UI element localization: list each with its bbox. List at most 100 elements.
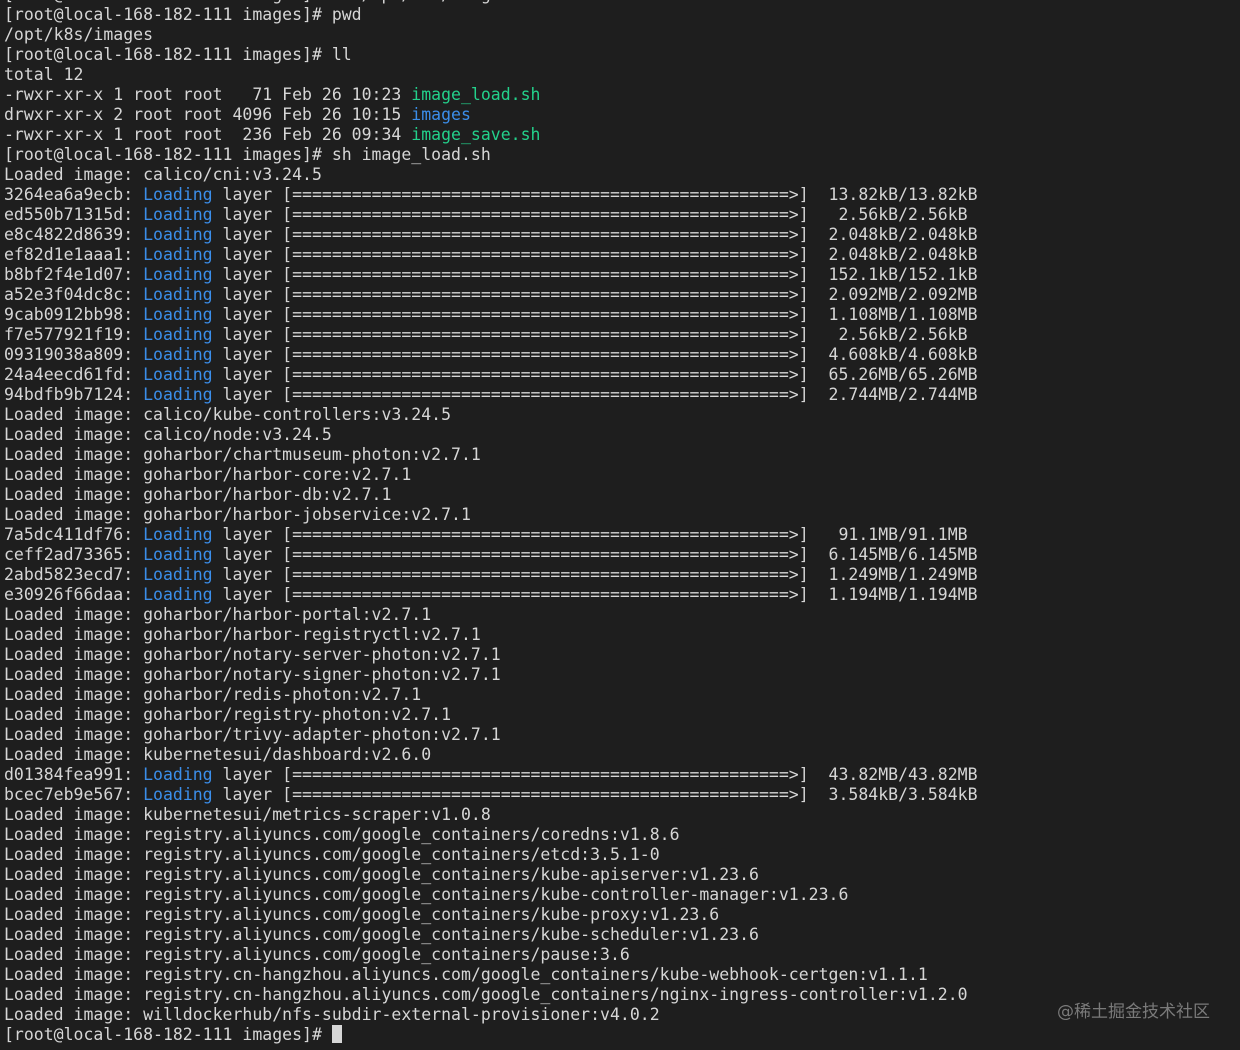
line-text: Loaded image: registry.aliyuncs.com/goog…	[4, 845, 660, 864]
terminal-line: Loaded image: calico/cni:v3.24.5	[4, 165, 1240, 185]
layer-word: layer	[212, 565, 283, 584]
terminal-line: Loaded image: registry.aliyuncs.com/goog…	[4, 885, 1240, 905]
layer-id: e8c4822d8639:	[4, 225, 144, 244]
layer-word: layer	[212, 365, 283, 384]
ls-entry: -rwxr-xr-x 1 root root 236 Feb 26 09:34 …	[4, 125, 1240, 145]
terminal-window[interactable]: [root@local-168-182-111 images]# cd /opt…	[0, 0, 1240, 1050]
terminal-line: Loaded image: goharbor/notary-signer-pho…	[4, 665, 1240, 685]
line-text: Loaded image: registry.aliyuncs.com/goog…	[4, 945, 630, 964]
terminal-line: Loaded image: goharbor/registry-photon:v…	[4, 705, 1240, 725]
layer-size: 2.744MB/2.744MB	[808, 385, 978, 404]
loading-label: Loading	[143, 585, 213, 604]
layer-size: 43.82MB/43.82MB	[808, 765, 978, 784]
line-text: Loaded image: registry.aliyuncs.com/goog…	[4, 885, 849, 904]
layer-size: 152.1kB/152.1kB	[808, 265, 978, 284]
layer-progress-line: b8bf2f4e1d07: Loading layer [===========…	[4, 265, 1240, 285]
terminal-line: Loaded image: goharbor/notary-server-pho…	[4, 645, 1240, 665]
layer-progress-line: ed550b71315d: Loading layer [===========…	[4, 205, 1240, 225]
terminal-line: /opt/k8s/images	[4, 25, 1240, 45]
layer-progress-line: 24a4eecd61fd: Loading layer [===========…	[4, 365, 1240, 385]
line-text: Loaded image: goharbor/notary-server-pho…	[4, 645, 501, 664]
watermark: @稀土掘金技术社区	[1057, 1002, 1210, 1022]
loading-label: Loading	[143, 545, 213, 564]
layer-progress-line: 09319038a809: Loading layer [===========…	[4, 345, 1240, 365]
layer-size: 2.56kB/2.56kB	[808, 205, 968, 224]
terminal-line: Loaded image: goharbor/trivy-adapter-pho…	[4, 725, 1240, 745]
layer-word: layer	[212, 245, 283, 264]
layer-word: layer	[212, 185, 283, 204]
progress-bar: [=======================================…	[282, 385, 809, 404]
layer-progress-line: ceff2ad73365: Loading layer [===========…	[4, 545, 1240, 565]
cursor[interactable]	[331, 1025, 342, 1043]
line-text: Loaded image: kubernetesui/metrics-scrap…	[4, 805, 491, 824]
line-text: Loaded image: kubernetesui/dashboard:v2.…	[4, 745, 432, 764]
layer-size: 2.56kB/2.56kB	[808, 325, 968, 344]
prompt-text: [root@local-168-182-111 images]#	[4, 1025, 332, 1044]
progress-bar: [=======================================…	[282, 305, 809, 324]
file-attributes: -rwxr-xr-x 1 root root 236 Feb 26 09:34	[4, 125, 412, 144]
terminal-line: Loaded image: calico/node:v3.24.5	[4, 425, 1240, 445]
loading-label: Loading	[143, 765, 213, 784]
line-text: [root@local-168-182-111 images]# ll	[4, 45, 352, 64]
layer-id: ceff2ad73365:	[4, 545, 144, 564]
loading-label: Loading	[143, 265, 213, 284]
loading-label: Loading	[143, 185, 213, 204]
layer-word: layer	[212, 525, 283, 544]
line-text: Loaded image: goharbor/harbor-portal:v2.…	[4, 605, 432, 624]
terminal-line: Loaded image: willdockerhub/nfs-subdir-e…	[4, 1005, 1240, 1025]
line-text: Loaded image: goharbor/harbor-jobservice…	[4, 505, 471, 524]
layer-id: e30926f66daa:	[4, 585, 144, 604]
progress-bar: [=======================================…	[282, 225, 809, 244]
line-text: Loaded image: registry.aliyuncs.com/goog…	[4, 925, 759, 944]
line-text: Loaded image: calico/node:v3.24.5	[4, 425, 332, 444]
layer-word: layer	[212, 265, 283, 284]
line-text: /opt/k8s/images	[4, 25, 154, 44]
progress-bar: [=======================================…	[282, 545, 809, 564]
layer-size: 1.108MB/1.108MB	[808, 305, 978, 324]
terminal-line: Loaded image: goharbor/redis-photon:v2.7…	[4, 685, 1240, 705]
layer-word: layer	[212, 285, 283, 304]
progress-bar: [=======================================…	[282, 565, 809, 584]
file-name: image_load.sh	[411, 85, 541, 104]
progress-bar: [=======================================…	[282, 525, 809, 544]
line-text: Loaded image: willdockerhub/nfs-subdir-e…	[4, 1005, 660, 1024]
layer-word: layer	[212, 765, 283, 784]
layer-word: layer	[212, 225, 283, 244]
layer-progress-line: 3264ea6a9ecb: Loading layer [===========…	[4, 185, 1240, 205]
progress-bar: [=======================================…	[282, 585, 809, 604]
loading-label: Loading	[143, 565, 213, 584]
loading-label: Loading	[143, 525, 213, 544]
file-attributes: -rwxr-xr-x 1 root root 71 Feb 26 10:23	[4, 85, 412, 104]
ls-entry: drwxr-xr-x 2 root root 4096 Feb 26 10:15…	[4, 105, 1240, 125]
terminal-line: Loaded image: calico/kube-controllers:v3…	[4, 405, 1240, 425]
line-text: Loaded image: calico/cni:v3.24.5	[4, 165, 322, 184]
layer-size: 2.048kB/2.048kB	[808, 245, 978, 264]
line-text: Loaded image: calico/kube-controllers:v3…	[4, 405, 452, 424]
file-name: images	[411, 105, 471, 124]
layer-size: 13.82kB/13.82kB	[808, 185, 978, 204]
layer-word: layer	[212, 325, 283, 344]
progress-bar: [=======================================…	[282, 245, 809, 264]
terminal-output: [root@local-168-182-111 images]# cd /opt…	[4, 0, 1240, 1045]
line-text: Loaded image: goharbor/registry-photon:v…	[4, 705, 452, 724]
layer-progress-line: e30926f66daa: Loading layer [===========…	[4, 585, 1240, 605]
terminal-line: Loaded image: registry.cn-hangzhou.aliyu…	[4, 965, 1240, 985]
layer-id: 2abd5823ecd7:	[4, 565, 144, 584]
layer-id: b8bf2f4e1d07:	[4, 265, 144, 284]
loading-label: Loading	[143, 225, 213, 244]
layer-size: 91.1MB/91.1MB	[808, 525, 968, 544]
layer-progress-line: f7e577921f19: Loading layer [===========…	[4, 325, 1240, 345]
line-text: Loaded image: goharbor/trivy-adapter-pho…	[4, 725, 501, 744]
progress-bar: [=======================================…	[282, 765, 809, 784]
terminal-line: Loaded image: goharbor/harbor-core:v2.7.…	[4, 465, 1240, 485]
layer-word: layer	[212, 205, 283, 224]
layer-word: layer	[212, 545, 283, 564]
progress-bar: [=======================================…	[282, 325, 809, 344]
terminal-line: [root@local-168-182-111 images]# sh imag…	[4, 145, 1240, 165]
prompt-line: [root@local-168-182-111 images]#	[4, 1025, 1240, 1045]
terminal-line: Loaded image: kubernetesui/dashboard:v2.…	[4, 745, 1240, 765]
line-text: Loaded image: goharbor/notary-signer-pho…	[4, 665, 501, 684]
layer-word: layer	[212, 585, 283, 604]
layer-progress-line: 9cab0912bb98: Loading layer [===========…	[4, 305, 1240, 325]
layer-id: 9cab0912bb98:	[4, 305, 144, 324]
